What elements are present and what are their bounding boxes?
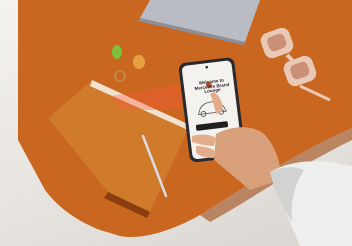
scene-illustration xyxy=(18,0,352,246)
photo-scene: Welcome to Mercedes Brand Lounge xyxy=(0,0,352,246)
green-glass xyxy=(112,45,122,59)
amber-glass xyxy=(133,55,145,69)
